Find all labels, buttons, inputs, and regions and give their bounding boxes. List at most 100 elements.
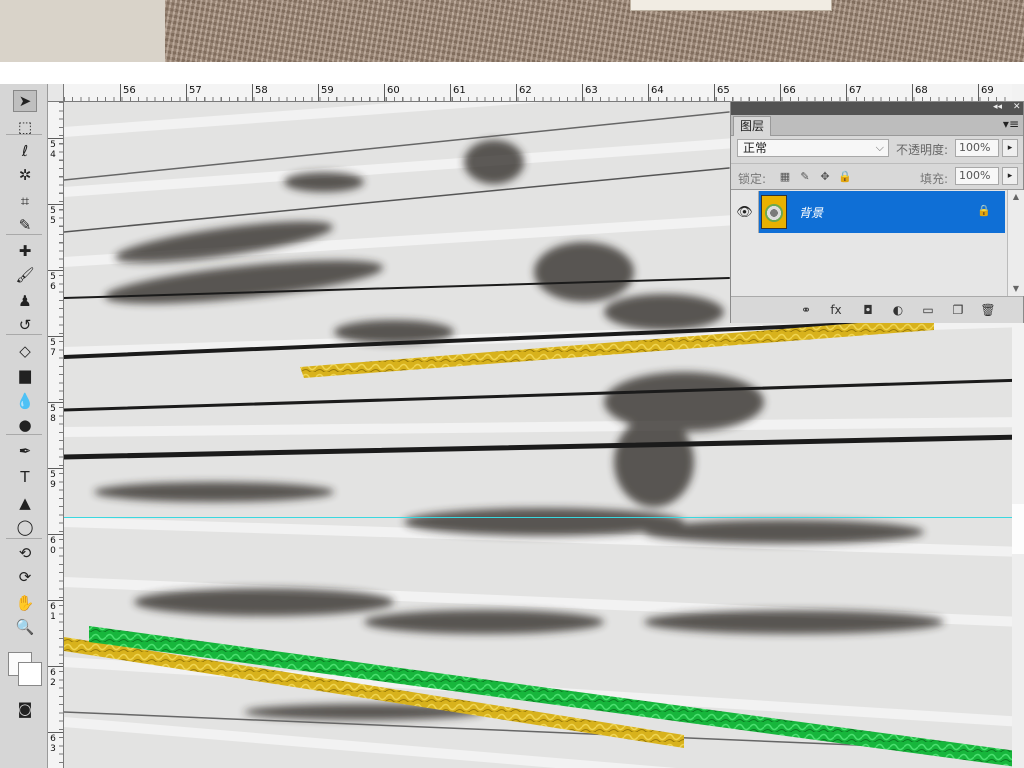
type-tool[interactable]: T [13, 466, 37, 488]
ruler-number: 4 [50, 150, 56, 160]
eye-icon[interactable]: 👁 [731, 191, 759, 233]
color-swatches[interactable] [8, 644, 42, 686]
brush-tool[interactable]: 🖌 [13, 264, 37, 286]
hand-tool[interactable]: ✋ [13, 592, 37, 614]
lock-position-icon[interactable]: ✥ [818, 170, 832, 184]
ruler-tick [516, 84, 517, 101]
background-color[interactable] [18, 662, 42, 686]
fill-label: 填充: [920, 172, 949, 186]
gradient-tool[interactable]: ▆ [13, 364, 37, 386]
ruler-number: 5 [50, 404, 56, 414]
panel-menu-icon[interactable]: ▾≡ [1003, 117, 1019, 131]
opacity-field[interactable]: 100% [955, 139, 999, 157]
ruler-number: 58 [255, 85, 268, 96]
ruler-tick [48, 402, 63, 403]
hand-icon: ✋ [15, 594, 35, 612]
ruler-number: 60 [387, 85, 400, 96]
gradient-icon: ▆ [19, 366, 31, 384]
collapse-panel-icon[interactable]: ◂◂ [993, 102, 1002, 112]
ruler-number: 5 [50, 470, 56, 480]
quick-mask-button[interactable]: ◙ [13, 698, 37, 720]
tab-layers[interactable]: 图层 [733, 116, 772, 136]
ruler-tick [48, 270, 63, 271]
ruler-tick [714, 84, 715, 101]
fx-icon[interactable]: fx [827, 302, 845, 318]
tool-separator [6, 334, 42, 335]
move-tool[interactable]: ➤ [13, 90, 37, 112]
eyedropper-icon: ✎ [18, 216, 32, 234]
ruler-number: 1 [50, 612, 56, 622]
fill-field[interactable]: 100% [955, 167, 999, 185]
ruler-tick [48, 468, 63, 469]
arrow-icon: ▲ [19, 494, 31, 512]
opacity-slider-button[interactable]: ▸ [1002, 139, 1018, 157]
healing-brush-tool[interactable]: ✚ [13, 240, 37, 262]
history-brush-icon: ↺ [18, 316, 32, 334]
adjustment-layer-icon[interactable]: ◐ [889, 302, 907, 318]
ruler-tick [48, 336, 63, 337]
crop-tool[interactable]: ⌗ [13, 190, 37, 212]
opacity-label: 不透明度: [896, 143, 949, 157]
furniture-edge [630, 0, 832, 11]
layer-name[interactable]: 背景 [799, 204, 823, 221]
ruler-tick [186, 84, 187, 101]
new-layer-icon[interactable]: ❐ [949, 302, 967, 318]
zoom-tool[interactable]: 🔍 [13, 616, 37, 638]
scroll-down-icon[interactable]: ▼ [1008, 284, 1024, 294]
tool-separator [6, 134, 42, 135]
layer-thumbnail[interactable] [761, 195, 787, 229]
clone-stamp-tool[interactable]: ♟ [13, 290, 37, 312]
pen-tool[interactable]: ✒ [13, 440, 37, 462]
ruler-number: 6 [50, 282, 56, 292]
blend-mode-value: 正常 [743, 141, 768, 155]
ruler-number: 2 [50, 678, 56, 688]
magic-wand-tool[interactable]: ✲ [13, 164, 37, 186]
ruler-tick [120, 84, 121, 101]
ruler-number: 5 [50, 272, 56, 282]
ruler-number: 63 [585, 85, 598, 96]
type-icon: T [20, 468, 30, 486]
brush-icon: 🖌 [15, 266, 35, 284]
fill-slider-button[interactable]: ▸ [1002, 167, 1018, 185]
lock-all-icon[interactable]: 🔒 [838, 170, 852, 184]
ruler-number: 61 [453, 85, 466, 96]
ruler-tick [846, 84, 847, 101]
link-layers-icon[interactable]: ⚭ [797, 302, 815, 318]
eraser-tool[interactable]: ◇ [13, 340, 37, 362]
layers-scrollbar[interactable]: ▲ ▼ [1007, 190, 1024, 296]
3d-orbit-tool[interactable]: ⟳ [13, 566, 37, 588]
ruler-number: 3 [50, 744, 56, 754]
scroll-up-icon[interactable]: ▲ [1008, 192, 1024, 202]
3d-rotate-tool[interactable]: ⟲ [13, 542, 37, 564]
ruler-corner[interactable] [48, 84, 64, 102]
ruler-number: 9 [50, 480, 56, 490]
ellipse-icon: ◯ [16, 518, 34, 536]
new-group-icon[interactable]: ▭ [919, 302, 937, 318]
ruler-tick [450, 84, 451, 101]
guide-line[interactable] [64, 517, 1024, 518]
ruler-tick [384, 84, 385, 101]
lock-image-icon[interactable]: ✎ [798, 170, 812, 184]
ruler-number: 5 [50, 206, 56, 216]
dodge-tool[interactable]: ● [13, 414, 37, 436]
lock-label: 锁定: [738, 172, 767, 186]
shape-tool[interactable]: ◯ [13, 516, 37, 538]
delete-layer-icon[interactable]: 🗑 [979, 302, 997, 318]
close-panel-icon[interactable]: ✕ [1013, 102, 1021, 112]
ruler-tick [48, 204, 63, 205]
add-mask-icon[interactable]: ◘ [859, 302, 877, 318]
ruler-tick [978, 84, 979, 101]
path-selection-tool[interactable]: ▲ [13, 492, 37, 514]
vertical-ruler[interactable]: 54555657585960616263 [48, 102, 64, 768]
chevron-down-icon: ⌵ [875, 141, 884, 154]
lasso-tool[interactable]: ℓ [13, 140, 37, 162]
eyedropper-tool[interactable]: ✎ [13, 214, 37, 236]
layer-row-background[interactable]: 👁 背景 🔒 [731, 191, 1005, 233]
blur-tool[interactable]: 💧 [13, 390, 37, 412]
horizontal-ruler[interactable]: 56 57 58 59 60 61 62 63 64 65 66 67 68 69 [64, 84, 1024, 102]
lock-transparent-icon[interactable]: ▦ [778, 170, 792, 184]
blend-mode-select[interactable]: 正常 ⌵ [737, 139, 889, 157]
panel-footer: ⚭ fx ◘ ◐ ▭ ❐ 🗑 [731, 296, 1023, 323]
panel-title-bar[interactable]: ◂◂ ✕ [731, 102, 1023, 115]
history-brush-tool[interactable]: ↺ [13, 314, 37, 336]
